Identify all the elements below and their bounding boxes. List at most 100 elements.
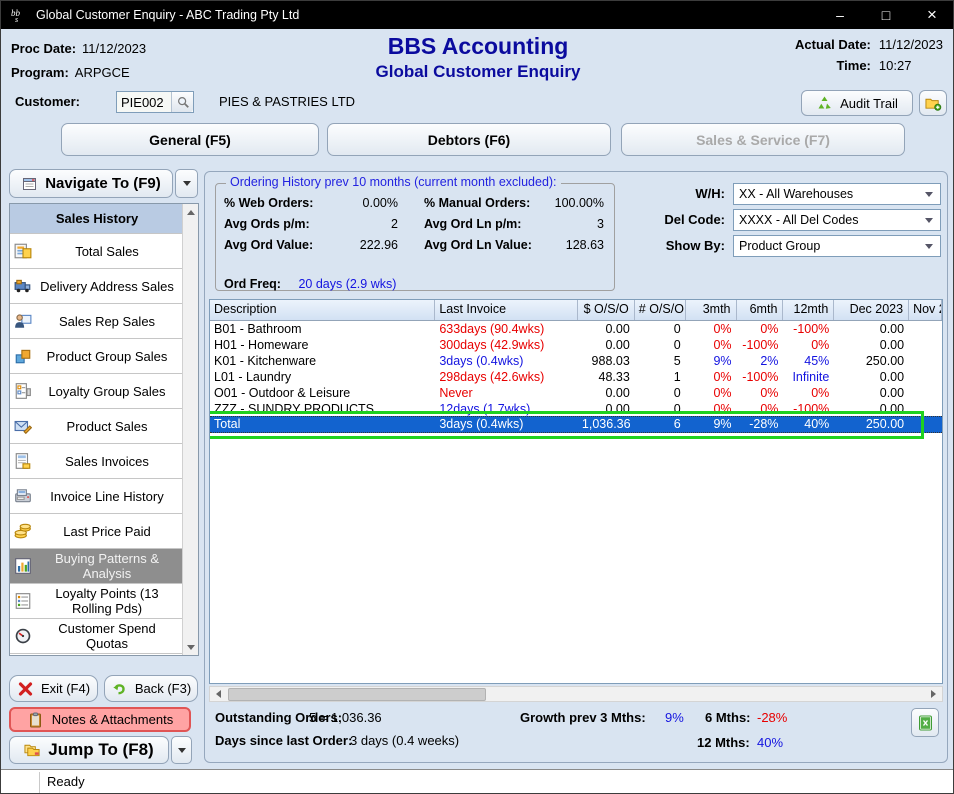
scrollbar-down-arrow[interactable] [183,639,198,655]
table-row-h01-homeware[interactable]: H01 - Homeware300days (42.9wks)0.0000%-1… [210,337,942,353]
column-header-o-s-o[interactable]: # O/S/O [635,300,686,320]
column-header-6mth[interactable]: 6mth [737,300,784,320]
sidebar-item-buying-patterns-analysis[interactable]: Buying Patterns & Analysis [10,549,182,584]
table-cell: 0 [635,321,686,337]
table-cell: 0.00 [834,321,909,337]
navigate-to-button[interactable]: Navigate To (F9) [9,169,173,198]
chevron-down-icon [178,748,186,753]
tab-debtors[interactable]: Debtors (F6) [327,123,611,156]
sidebar-item-sales-invoices[interactable]: Sales Invoices [10,444,182,479]
warehouse-select[interactable]: XX - All Warehouses [733,183,941,205]
column-header-nov-2023[interactable]: Nov 2023 [909,300,942,320]
table-cell: 633days (90.4wks) [435,321,578,337]
status-text: Ready [47,774,85,789]
total-cell: 3days (0.4wks) [435,417,578,432]
search-icon [176,95,190,109]
growth-12mth-label: 12 Mths: [697,735,750,750]
table-row-o01-outdoor-leisure[interactable]: O01 - Outdoor & LeisureNever0.0000%0%0%0… [210,385,942,401]
window-form-icon [21,176,38,192]
title-bar: bbs Global Customer Enquiry - ABC Tradin… [1,1,954,29]
table-header-row: DescriptionLast Invoice$ O/S/O# O/S/O3mt… [210,300,942,321]
sidebar-item-product-group-sales[interactable]: Product Group Sales [10,339,182,374]
avg-ord-ln-value-value: 128.63 [536,238,604,252]
sidebar-item-sales-history[interactable]: Sales History [10,204,182,234]
column-header-12mth[interactable]: 12mth [783,300,834,320]
exit-button[interactable]: Exit (F4) [9,675,98,702]
sidebar-item-sales-rep-sales[interactable]: Sales Rep Sales [10,304,182,339]
table-cell: 0% [783,337,834,353]
sidebar-item-label: Sales History [14,211,180,226]
table-cell: 0% [737,321,784,337]
customer-name-text: PIES & PASTRIES LTD [219,94,355,109]
sidebar-item-label: Delivery Address Sales [34,279,180,294]
sales-rep-sales-icon [14,312,34,330]
column-header-3mth[interactable]: 3mth [686,300,737,320]
navigate-to-dropdown[interactable] [175,169,198,198]
sidebar-item-delivery-address-sales[interactable]: Delivery Address Sales [10,269,182,304]
sidebar-item-loyalty-group-sales[interactable]: Loyalty Group Sales [10,374,182,409]
table-total-row[interactable]: Total3days (0.4wks)1,036.3669%-28%40%250… [210,416,942,433]
scrollbar-right-arrow[interactable] [925,687,942,701]
warehouse-value: XX - All Warehouses [739,187,853,201]
table-row-l01-laundry[interactable]: L01 - Laundry298days (42.6wks)48.3310%-1… [210,369,942,385]
customer-code-field[interactable] [116,91,194,113]
sidebar-item-loyalty-points-13-rolling-pds[interactable]: Loyalty Points (13 Rolling Pds) [10,584,182,619]
tab-general[interactable]: General (F5) [61,123,319,156]
table-cell: 45% [783,353,834,369]
customer-code-input[interactable] [117,92,171,112]
audit-trail-button[interactable]: Audit Trail [801,90,913,116]
customer-lookup-button[interactable] [171,92,193,112]
column-header-dec-2023[interactable]: Dec 2023 [834,300,909,320]
add-attachment-button[interactable] [919,90,947,116]
del-code-select[interactable]: XXXX - All Del Codes [733,209,941,231]
table-cell: 0% [737,401,784,417]
notes-attachments-button[interactable]: Notes & Attachments [9,707,191,732]
app-logo-icon: bbs [10,7,28,23]
column-header-last-invoice[interactable]: Last Invoice [435,300,578,320]
actual-date-value: 11/12/2023 [879,37,943,52]
show-by-select[interactable]: Product Group [733,235,941,257]
table-row-k01-kitchenware[interactable]: K01 - Kitchenware3days (0.4wks)988.0359%… [210,353,942,369]
table-row-zzz-sundry-products[interactable]: ZZZ - SUNDRY PRODUCTS12days (1.7wks)0.00… [210,401,942,417]
jump-to-button[interactable]: Jump To (F8) [9,736,169,764]
table-cell: 0 [635,385,686,401]
avg-ord-value-value: 222.96 [336,238,398,252]
sidebar-item-total-sales[interactable]: Total Sales [10,234,182,269]
scrollbar-left-arrow[interactable] [210,687,227,701]
manual-orders-value: 100.00% [536,196,604,210]
table-row-b01-bathroom[interactable]: B01 - Bathroom633days (90.4wks)0.0000%0%… [210,321,942,337]
scrollbar-up-arrow[interactable] [183,204,198,220]
jump-to-label: Jump To (F8) [48,740,153,760]
export-excel-button[interactable] [911,708,939,737]
maximize-button[interactable]: □ [863,1,909,29]
total-cell: 1,036.36 [578,417,635,432]
column-header-o-s-o[interactable]: $ O/S/O [578,300,635,320]
table-cell: 1 [635,369,686,385]
sidebar-item-product-sales[interactable]: Product Sales [10,409,182,444]
exit-label: Exit (F4) [41,681,90,696]
sidebar-scrollbar[interactable] [182,204,198,655]
outstanding-orders-value: 5 = 1,036.36 [309,710,382,725]
table-cell: 9% [686,353,737,369]
table-horizontal-scrollbar[interactable] [209,686,943,702]
growth-12mth-value: 40% [757,735,783,750]
minimize-button[interactable]: – [817,1,863,29]
close-button[interactable]: × [909,1,954,29]
jump-to-dropdown[interactable] [171,736,192,764]
table-cell: 3days (0.4wks) [435,353,578,369]
sidebar-item-last-price-paid[interactable]: Last Price Paid [10,514,182,549]
table-cell: 48.33 [578,369,635,385]
table-cell: K01 - Kitchenware [210,353,435,369]
sidebar-item-label: Last Price Paid [34,524,180,539]
back-button[interactable]: Back (F3) [104,675,198,702]
table-cell: 0 [635,337,686,353]
table-cell: 0% [686,369,737,385]
actual-date-label: Actual Date: [795,37,871,52]
scrollbar-thumb[interactable] [228,688,486,701]
sidebar-item-label: Customer Spend Quotas [34,621,180,651]
folder-plus-icon [925,95,942,111]
loyalty-points-icon [14,592,34,610]
column-header-description[interactable]: Description [210,300,435,320]
sidebar-item-invoice-line-history[interactable]: Invoice Line History [10,479,182,514]
sidebar-item-customer-spend-quotas[interactable]: Customer Spend Quotas [10,619,182,654]
